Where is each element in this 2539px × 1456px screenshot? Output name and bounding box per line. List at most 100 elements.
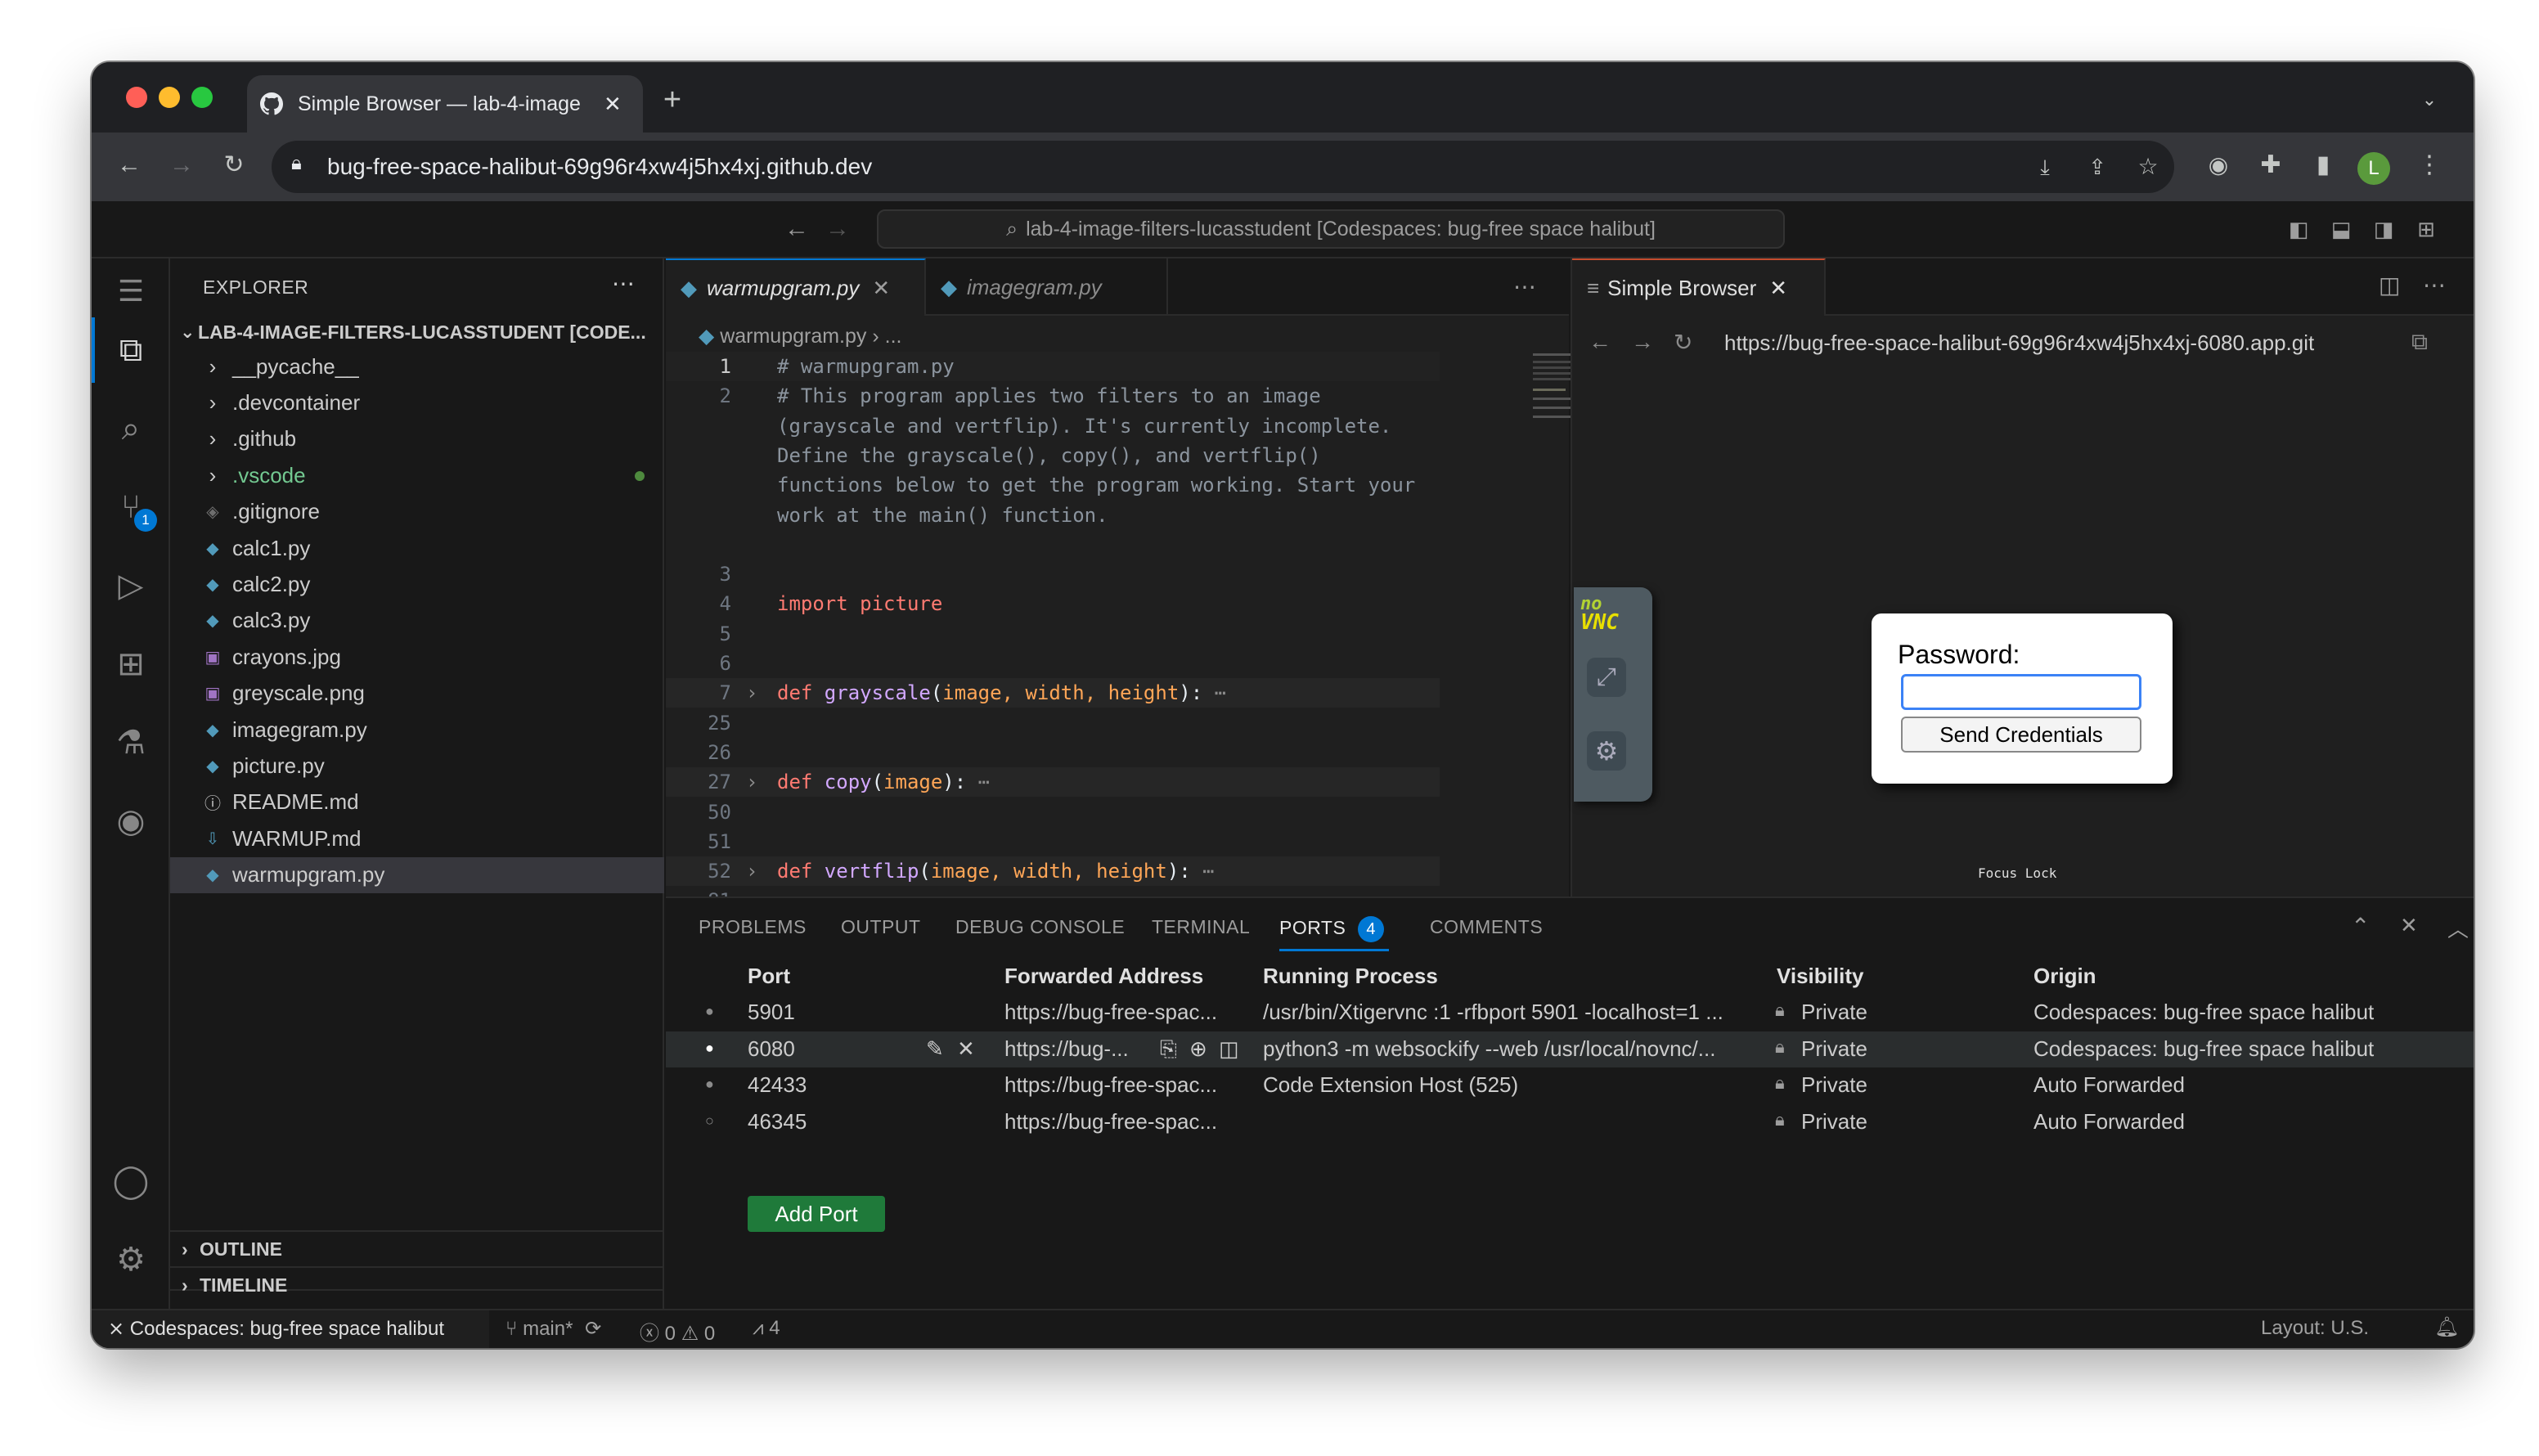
side-panel-icon[interactable]: ▮ — [2305, 149, 2341, 182]
sb-reload-icon[interactable]: ↻ — [1674, 329, 1692, 356]
outline-section[interactable]: › OUTLINE — [170, 1230, 664, 1266]
workspace-root[interactable]: ⌄ LAB-4-IMAGE-FILTERS-LUCASSTUDENT [CODE… — [170, 314, 664, 350]
add-port-button[interactable]: Add Port — [748, 1196, 885, 1232]
forward-icon[interactable]: → — [164, 149, 200, 182]
explorer-item[interactable]: ◆ calc2.py — [170, 566, 664, 602]
preview-in-editor-icon[interactable]: ◫ — [1219, 1036, 1239, 1062]
install-app-icon[interactable]: ⤓ — [2027, 151, 2063, 183]
toggle-secondary-sidebar-icon[interactable]: ◨ — [2366, 213, 2402, 245]
tab-imagegram[interactable]: ◆ imagegram.py — [926, 258, 1168, 316]
tab-simple-browser[interactable]: ≡ Simple Browser ✕ — [1572, 258, 1826, 316]
explorer-item[interactable]: ▣ greyscale.png — [170, 676, 664, 712]
explorer-item[interactable]: › __pycache__ — [170, 348, 664, 384]
back-icon[interactable]: ← — [111, 149, 147, 182]
tab-terminal[interactable]: TERMINAL — [1152, 916, 1250, 938]
menu-icon[interactable]: ☰ — [108, 268, 154, 314]
ports-indicator[interactable]: ⩘ 4 — [753, 1317, 780, 1340]
more-actions-icon[interactable]: ⋯ — [2423, 272, 2446, 299]
extensions-icon[interactable]: ⊞ — [108, 641, 154, 687]
tab-comments[interactable]: COMMENTS — [1430, 916, 1543, 938]
nav-back-icon[interactable]: ← — [779, 213, 815, 245]
focus-lock-label[interactable]: Focus Lock — [1978, 865, 2056, 881]
extensions-puzzle-icon[interactable]: ✚ — [2253, 149, 2289, 182]
browser-tab[interactable]: Simple Browser — lab-4-image ✕ — [247, 75, 643, 133]
port-row[interactable]: ○ 46345 https://bug-free-spac... 🔒︎ Private A… — [666, 1104, 2449, 1140]
port-row[interactable]: ● 5901 https://bug-free-spac... /usr/bin/Xt… — [666, 995, 2449, 1031]
share-icon[interactable]: ⇪ — [2079, 151, 2115, 183]
problems-indicator[interactable]: ⓧ 0 ⚠ 0 — [640, 1317, 715, 1346]
address-bar[interactable]: 🔒︎ bug-free-space-halibut-69g96r4xw4j5hx… — [272, 141, 2174, 193]
branch-indicator[interactable]: ⑂ main* ⟳ — [506, 1317, 601, 1341]
editor-more-actions-icon[interactable]: ⋯ — [1513, 273, 1536, 300]
code-editor[interactable]: 1 # warmupgram.py 2 # This program applies … — [666, 352, 1569, 912]
explorer-item[interactable]: ◆ picture.py — [170, 748, 664, 784]
close-tab-icon[interactable]: ✕ — [1769, 276, 1787, 301]
run-debug-icon[interactable]: ▷ — [108, 563, 154, 609]
forwarded-address[interactable]: https://bug-free-spac... — [1004, 1072, 1217, 1098]
explorer-item[interactable]: ◆ imagegram.py — [170, 712, 664, 748]
accounts-icon[interactable]: ◯ — [108, 1158, 154, 1204]
sb-back-icon[interactable]: ← — [1589, 329, 1611, 355]
fold-chevron-icon[interactable]: › — [746, 856, 757, 886]
new-tab-icon[interactable]: + — [654, 83, 690, 116]
tab-ports[interactable]: PORTS 4 — [1279, 916, 1385, 942]
toggle-panel-icon[interactable]: ⬓ — [2323, 213, 2359, 245]
source-control-icon[interactable]: ⑂ 1 — [108, 484, 157, 532]
explorer-item[interactable]: ⓘ README.md — [170, 784, 664, 820]
search-icon[interactable]: ⌕ — [108, 406, 154, 452]
breadcrumb-more[interactable]: ... — [885, 325, 902, 348]
maximize-window-button[interactable] — [191, 87, 213, 108]
fold-chevron-icon[interactable]: › — [746, 767, 757, 797]
close-tab-icon[interactable]: ✕ — [872, 276, 890, 301]
customize-layout-icon[interactable]: ⊞ — [2408, 213, 2444, 245]
port-row[interactable]: ● 6080 https://bug-... python3 -m websockif… — [666, 1031, 2474, 1067]
tab-debug-console[interactable]: DEBUG CONSOLE — [955, 916, 1125, 938]
more-actions-icon[interactable]: ⋯ — [612, 270, 635, 297]
send-credentials-button[interactable]: Send Credentials — [1901, 717, 2141, 753]
fold-chevron-icon[interactable]: › — [746, 678, 757, 708]
tab-warmupgram[interactable]: ◆ warmupgram.py ✕ — [666, 258, 926, 316]
settings-gear-icon[interactable]: ⚙ — [1587, 731, 1626, 771]
reload-icon[interactable]: ↻ — [216, 149, 252, 182]
sync-icon[interactable]: ⟳ — [585, 1318, 601, 1340]
close-panel-icon[interactable]: ✕ — [2400, 913, 2418, 938]
forwarded-address[interactable]: https://bug-free-spac... — [1004, 1109, 1217, 1135]
explorer-item[interactable]: ⇩ WARMUP.md — [170, 820, 664, 856]
tab-output[interactable]: OUTPUT — [841, 916, 921, 938]
bookmark-star-icon[interactable]: ☆ — [2130, 151, 2166, 183]
close-tab-icon[interactable]: ✕ — [604, 92, 622, 117]
split-editor-icon[interactable]: ◫ — [2379, 272, 2400, 299]
stop-forwarding-icon[interactable]: ✕ — [957, 1036, 975, 1062]
explorer-item[interactable]: › .devcontainer — [170, 384, 664, 420]
sb-forward-icon[interactable]: → — [1631, 329, 1654, 355]
close-window-button[interactable] — [126, 87, 147, 108]
edit-label-icon[interactable]: ✎ — [926, 1036, 944, 1062]
forwarded-address[interactable]: https://bug-... — [1004, 1036, 1129, 1062]
explorer-item[interactable]: ◈ .gitignore — [170, 494, 664, 530]
profile-extension-icon[interactable]: ◉ — [2200, 149, 2236, 182]
explorer-item[interactable]: ▣ crayons.jpg — [170, 639, 664, 675]
explorer-item[interactable]: ◆ warmupgram.py — [170, 856, 664, 893]
browser-menu-icon[interactable]: ⋮ — [2411, 149, 2447, 182]
toggle-sidebar-icon[interactable]: ◧ — [2281, 213, 2317, 245]
port-row[interactable]: ● 42433 https://bug-free-spac... Code Exten… — [666, 1067, 2449, 1103]
avatar[interactable]: L — [2357, 152, 2390, 185]
explorer-icon[interactable]: ⧉ — [108, 327, 154, 373]
minimize-window-button[interactable] — [159, 87, 180, 108]
maximize-panel-chevron-icon[interactable]: ︿ — [2447, 913, 2469, 943]
tab-problems[interactable]: PROBLEMS — [699, 916, 807, 938]
explorer-item[interactable]: › .github — [170, 421, 664, 457]
command-center[interactable]: ⌕ lab-4-image-filters-lucasstudent [Code… — [877, 209, 1785, 249]
tab-search-chevron-icon[interactable]: ⌄ — [2411, 83, 2447, 116]
panel-chevron-up-icon[interactable]: ⌃ — [2351, 913, 2370, 940]
forwarded-address[interactable]: https://bug-free-spac... — [1004, 1000, 1217, 1025]
explorer-item[interactable]: › .vscode — [170, 457, 664, 493]
sb-url[interactable]: https://bug-free-space-halibut-69g96r4xw… — [1724, 330, 2395, 356]
folded-ellipsis[interactable]: ⋯ — [1191, 860, 1214, 883]
keyboard-layout[interactable]: Layout: U.S. — [2261, 1317, 2369, 1340]
settings-gear-icon[interactable]: ⚙ — [108, 1237, 154, 1283]
testing-flask-icon[interactable]: ⚗ — [108, 720, 154, 766]
password-input[interactable] — [1901, 674, 2141, 710]
folded-ellipsis[interactable]: ⋯ — [1202, 681, 1226, 704]
notifications-bell-icon[interactable]: 🔔︎ — [2434, 1315, 2459, 1339]
